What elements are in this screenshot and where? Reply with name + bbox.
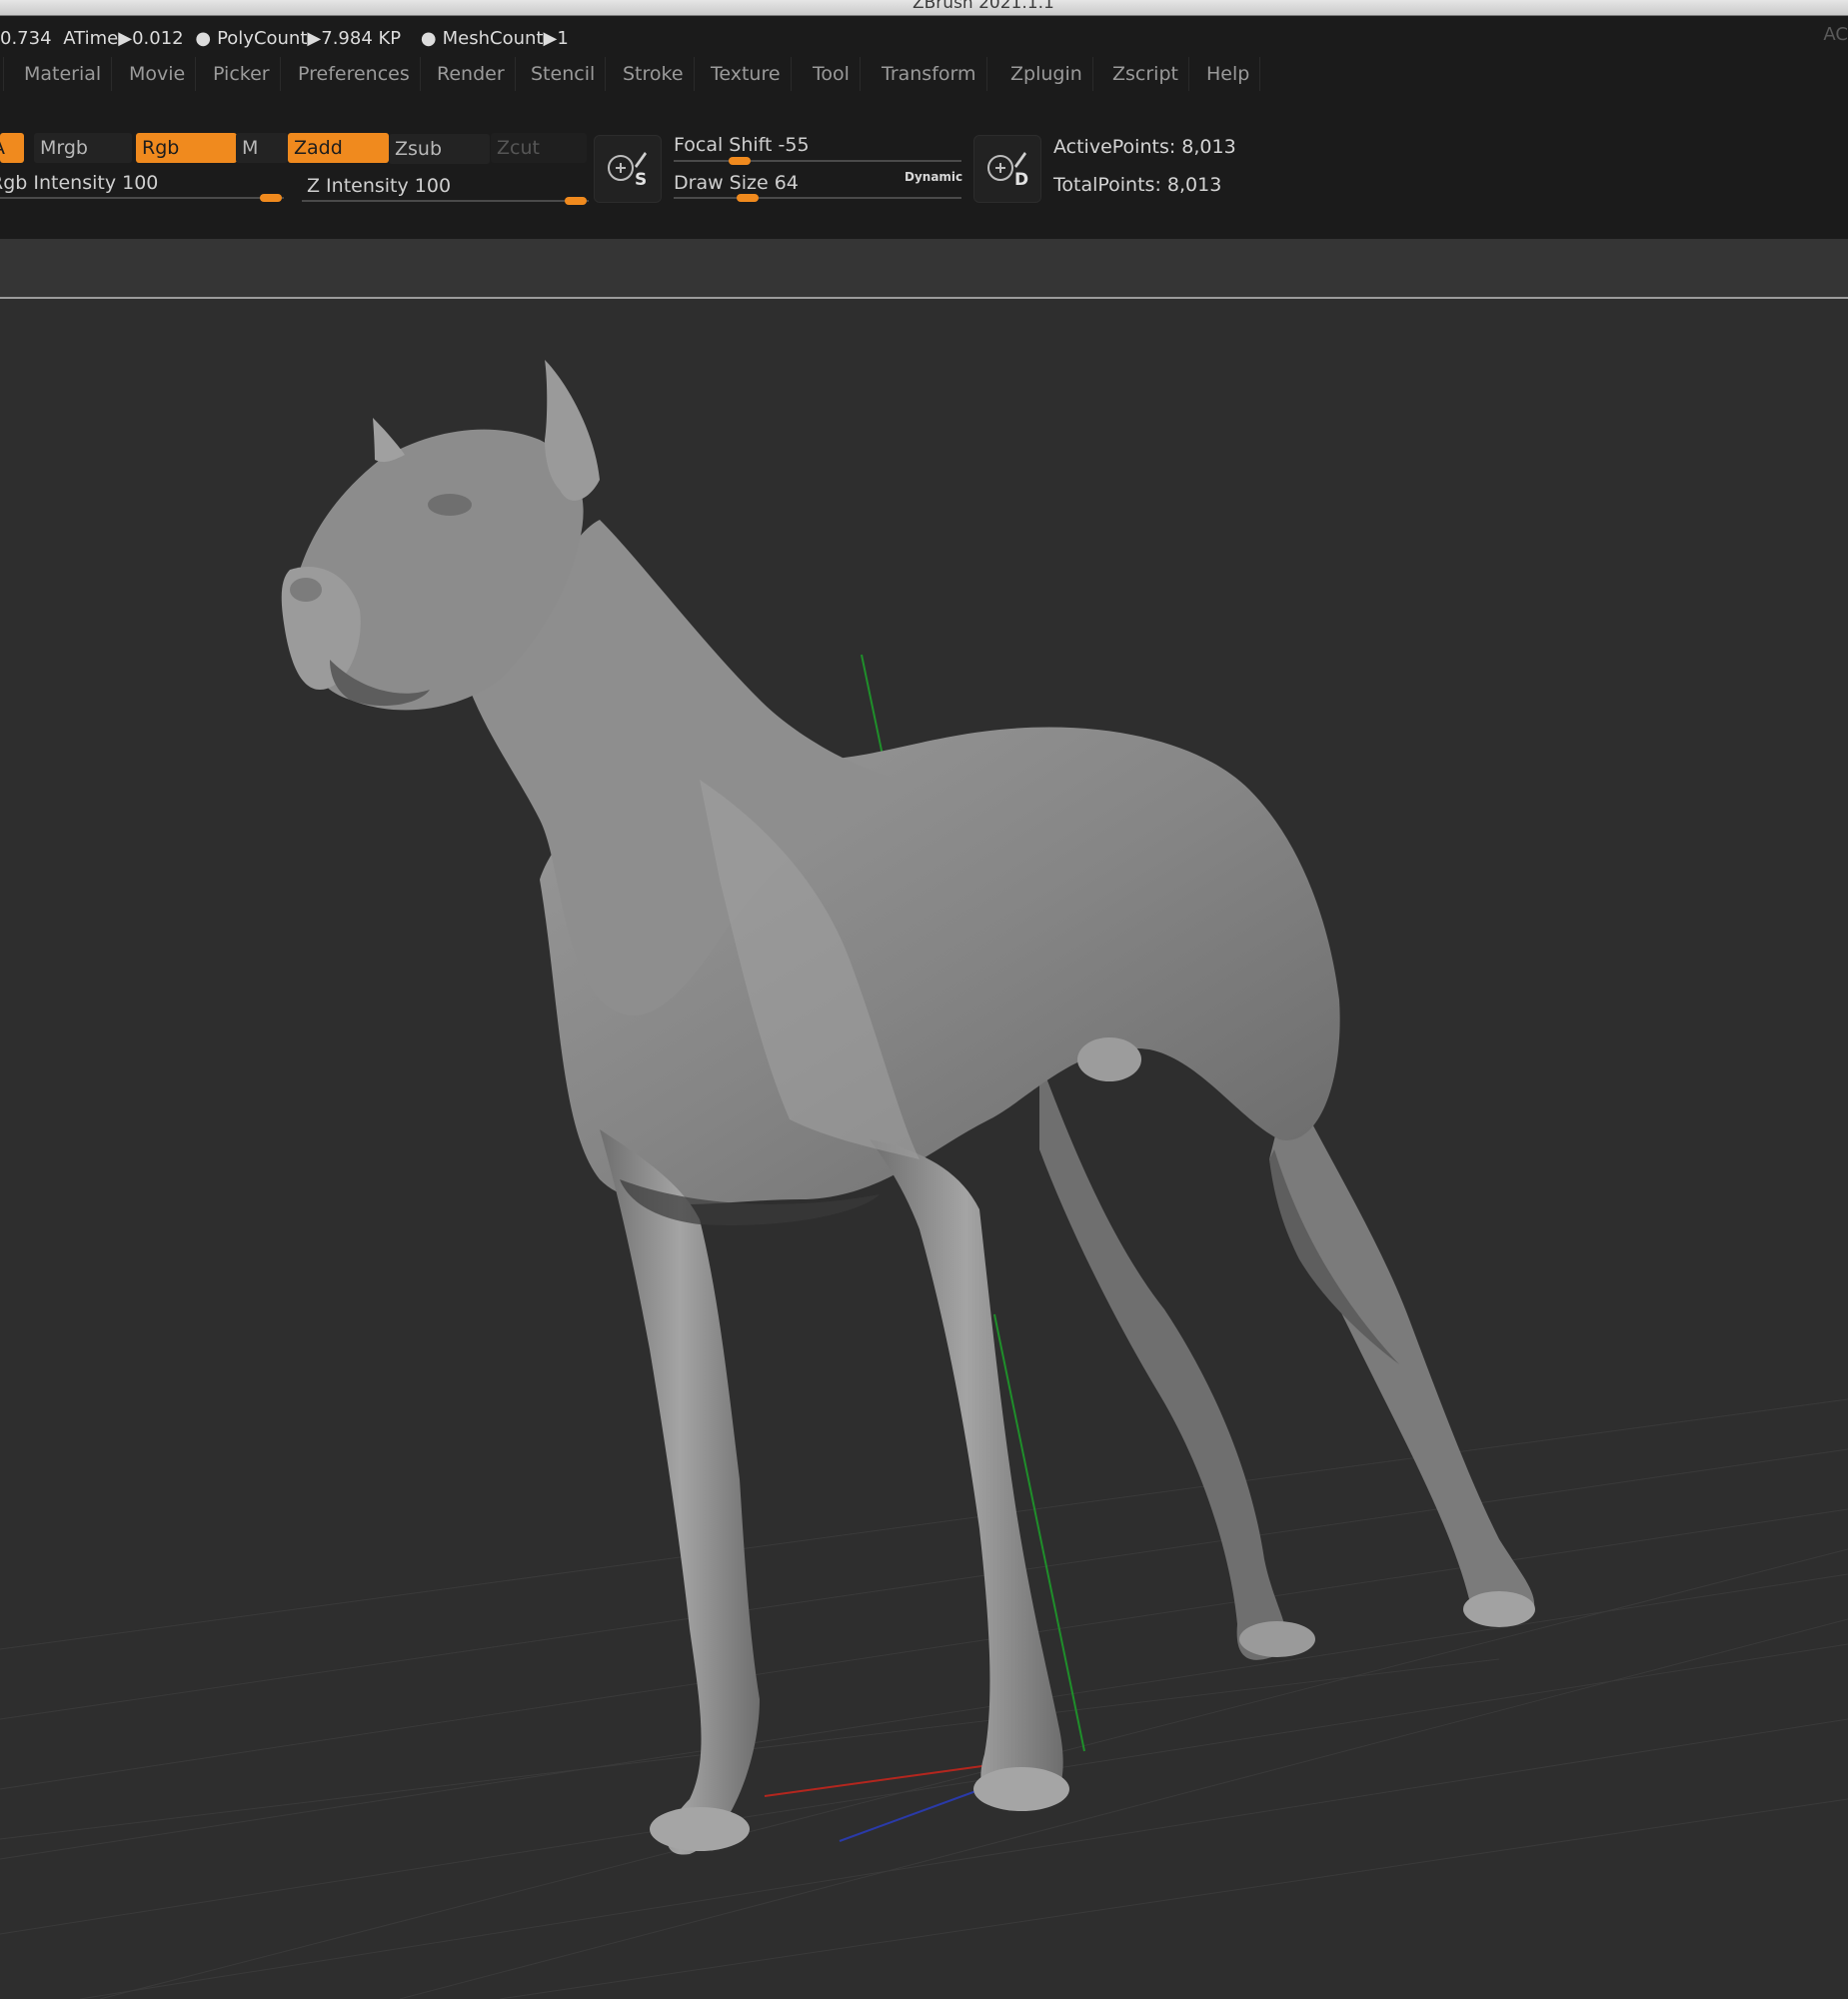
slider-track	[302, 200, 589, 202]
zsub-toggle-button[interactable]: Zsub	[389, 134, 490, 164]
menu-item-preferences[interactable]: Preferences	[298, 57, 421, 91]
window-titlebar: ZBrush 2021.1.1	[0, 0, 1848, 16]
menu-item-zscript[interactable]: Zscript	[1112, 57, 1189, 91]
rgb-intensity-label: Rgb Intensity 100	[0, 172, 159, 194]
nose	[290, 578, 322, 602]
dog-sculpt-model	[281, 360, 1535, 1855]
menu-item-picker[interactable]: Picker	[213, 57, 281, 91]
top-shelf	[0, 16, 1848, 239]
draw-size-label: Draw Size 64	[674, 172, 799, 194]
menu-item-cut[interactable]	[0, 57, 4, 91]
menu-item-zplugin[interactable]: Zplugin	[1010, 57, 1093, 91]
slider-track	[674, 197, 961, 199]
slider-thumb[interactable]	[565, 197, 587, 205]
draw-size-settings-button[interactable]: D	[973, 135, 1041, 203]
s-letter: S	[635, 170, 648, 190]
menu-item-stencil[interactable]: Stencil	[531, 57, 607, 91]
atime-value: 0.012	[132, 28, 184, 49]
ear-right	[545, 360, 600, 501]
d-letter: D	[1014, 170, 1029, 190]
menu-item-stroke[interactable]: Stroke	[623, 57, 695, 91]
dynamic-toggle[interactable]: Dynamic	[905, 170, 962, 184]
menu-item-render[interactable]: Render	[437, 57, 516, 91]
rear-left-paw	[1463, 1591, 1535, 1627]
slider-track	[674, 160, 961, 162]
time-value: 0.734	[0, 28, 52, 49]
menu-item-help[interactable]: Help	[1206, 57, 1261, 91]
window-title: ZBrush 2021.1.1	[913, 0, 1054, 13]
total-points-readout: TotalPoints: 8,013	[1053, 174, 1222, 196]
document-canvas[interactable]	[0, 299, 1848, 1999]
meshcount-value: 1	[557, 28, 569, 49]
rear-right-paw	[1239, 1621, 1315, 1657]
status-line: 0.734 ATime▶0.012 ● PolyCount▶7.984 KP ● M…	[0, 28, 569, 49]
active-points-readout: ActivePoints: 8,013	[1053, 136, 1236, 158]
corner-label: AC	[1823, 24, 1848, 45]
rgb-toggle-button[interactable]: Rgb	[136, 133, 237, 163]
menu-item-tool[interactable]: Tool	[813, 57, 861, 91]
canvas-svg	[0, 360, 1848, 1999]
slider-thumb[interactable]	[737, 194, 759, 202]
slider-track	[0, 197, 284, 199]
m-toggle-button[interactable]: M	[236, 133, 288, 163]
arrow-icon: ▶	[118, 28, 133, 49]
canvas-header-bar	[0, 239, 1848, 297]
meshcount-label: MeshCount	[442, 28, 544, 49]
eye	[428, 494, 472, 516]
slider-thumb[interactable]	[729, 157, 751, 165]
zadd-toggle-button[interactable]: Zadd	[288, 133, 389, 163]
menu-bar: Material Movie Picker Preferences Render…	[0, 57, 1848, 91]
atime-label: ATime	[63, 28, 119, 49]
arrow-icon: ▶	[543, 28, 558, 49]
zcut-toggle-button[interactable]: Zcut	[491, 133, 587, 163]
polycount-label: PolyCount	[217, 28, 308, 49]
body-detail	[1077, 1037, 1141, 1081]
arrow-icon: ▶	[307, 28, 322, 49]
menu-item-transform[interactable]: Transform	[882, 57, 987, 91]
a-toggle-button[interactable]: A	[0, 133, 24, 163]
bullet-icon: ●	[420, 28, 437, 49]
focal-shift-settings-button[interactable]: S	[594, 135, 662, 203]
focal-shift-label: Focal Shift -55	[674, 134, 810, 156]
polycount-value: 7.984 KP	[321, 28, 402, 49]
menu-item-material[interactable]: Material	[24, 57, 113, 91]
ear-left	[373, 418, 405, 463]
floor-grid	[0, 1398, 1848, 1999]
front-left-paw	[973, 1767, 1069, 1811]
slider-thumb[interactable]	[260, 194, 282, 202]
menu-item-texture[interactable]: Texture	[711, 57, 792, 91]
menu-item-movie[interactable]: Movie	[129, 57, 197, 91]
front-right-paw	[650, 1807, 750, 1851]
mrgb-toggle-button[interactable]: Mrgb	[34, 133, 132, 163]
bullet-icon: ●	[195, 28, 212, 49]
z-intensity-label: Z Intensity 100	[307, 175, 452, 197]
